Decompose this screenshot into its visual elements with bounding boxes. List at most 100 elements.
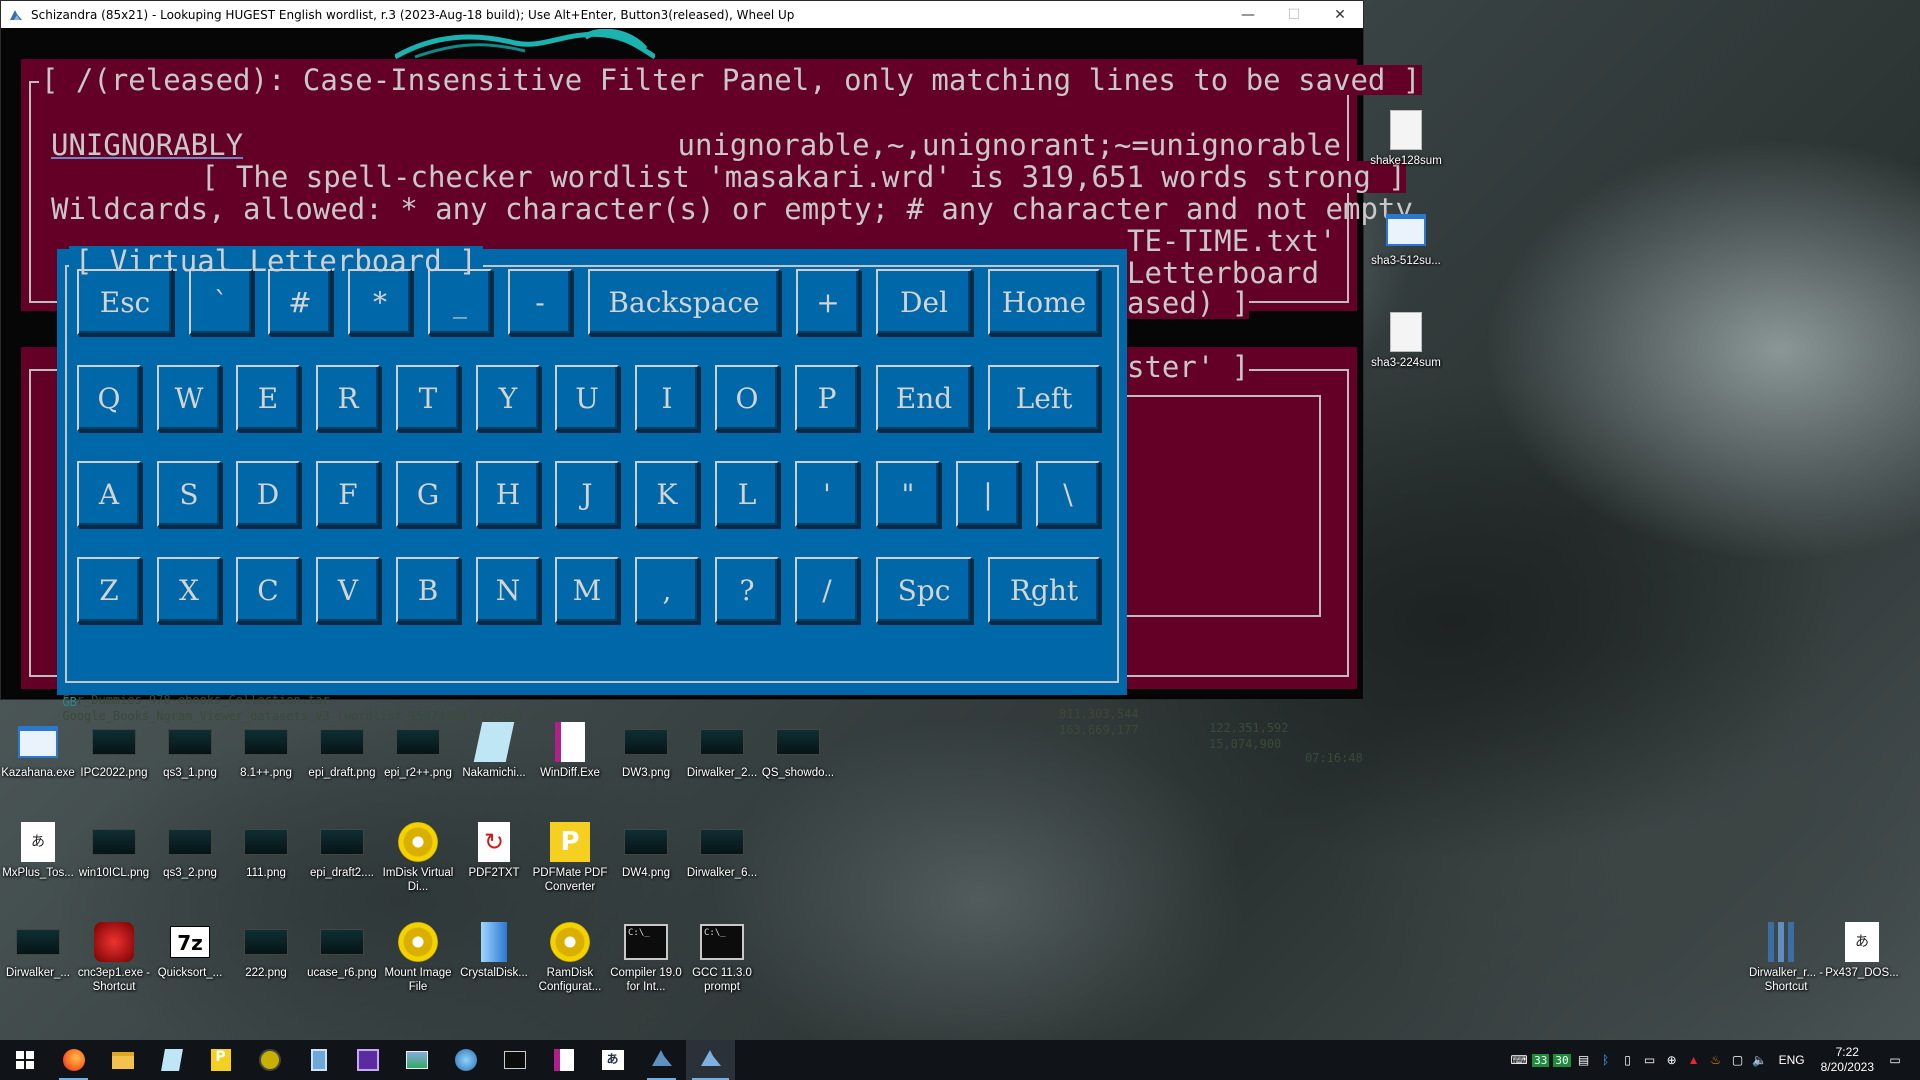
desktop-icon[interactable]: あ MxPlus_Tos... bbox=[0, 822, 76, 880]
desktop-icon[interactable]: 7z Quicksort_... bbox=[152, 922, 228, 980]
console-window[interactable]: Schizandra (85x21) - Lookuping HUGEST En… bbox=[0, 0, 1423, 765]
keyboard-icon[interactable]: ⌨ bbox=[1508, 1053, 1530, 1067]
key-backspace[interactable]: Backspace bbox=[588, 269, 780, 335]
taskbar-app-8[interactable] bbox=[392, 1040, 441, 1080]
key-char-2-3[interactable]: F bbox=[316, 461, 380, 527]
key-rght[interactable]: Rght bbox=[988, 557, 1100, 623]
taskbar-calculator[interactable] bbox=[294, 1040, 343, 1080]
key-char-2-4[interactable]: G bbox=[396, 461, 460, 527]
desktop-icon[interactable]: win10ICL.png bbox=[76, 822, 152, 880]
desktop-icon[interactable]: sha3-512su... bbox=[1368, 210, 1444, 268]
key-left[interactable]: Left bbox=[988, 365, 1100, 431]
start-button[interactable] bbox=[0, 1040, 49, 1080]
key-char-2-1[interactable]: S bbox=[157, 461, 221, 527]
taskbar-pdfmate[interactable]: P bbox=[196, 1040, 245, 1080]
clock[interactable]: 7:22 8/20/2023 bbox=[1821, 1045, 1874, 1075]
key-esc[interactable]: Esc bbox=[77, 269, 173, 335]
key-char-3-4[interactable]: B bbox=[396, 557, 460, 623]
key-char-1-7[interactable]: I bbox=[635, 365, 699, 431]
key-char-1-3[interactable]: R bbox=[316, 365, 380, 431]
tray-badge-2[interactable]: 30 bbox=[1553, 1053, 1571, 1067]
desktop-icon[interactable]: あ Px437_DOS... bbox=[1824, 922, 1900, 980]
taskbar-explorer[interactable] bbox=[98, 1040, 147, 1080]
key-char-2-2[interactable]: D bbox=[236, 461, 300, 527]
key-char-3-9[interactable]: / bbox=[795, 557, 859, 623]
desktop-icon[interactable]: ↻ PDF2TXT bbox=[456, 822, 532, 880]
desktop-icon[interactable]: epi_draft.png bbox=[304, 722, 380, 780]
maximize-button[interactable]: ☐ bbox=[1271, 1, 1317, 28]
key-char-1-8[interactable]: O bbox=[715, 365, 779, 431]
key-char-1-6[interactable]: U bbox=[555, 365, 619, 431]
key-char-0-1[interactable]: ` bbox=[189, 269, 253, 335]
battery-icon[interactable]: ▢ bbox=[1727, 1053, 1749, 1067]
taskbar-app-7[interactable] bbox=[343, 1040, 392, 1080]
desktop-icon[interactable]: Dirwalker_r... - Shortcut bbox=[1748, 922, 1824, 994]
usb-icon[interactable]: ▯ bbox=[1617, 1053, 1639, 1067]
key-home[interactable]: Home bbox=[988, 269, 1100, 335]
bluetooth-icon[interactable]: ᛒ bbox=[1595, 1053, 1617, 1067]
key-char-3-0[interactable]: Z bbox=[77, 557, 141, 623]
tray-badge-1[interactable]: 33 bbox=[1532, 1053, 1550, 1067]
query-input[interactable]: UNIGNORABLY bbox=[51, 129, 243, 161]
key-char-2-0[interactable]: A bbox=[77, 461, 141, 527]
desktop-icon[interactable]: Nakamichi... bbox=[456, 722, 532, 780]
key-char-0-2[interactable]: # bbox=[268, 269, 332, 335]
desktop-icon[interactable]: 111.png bbox=[228, 822, 304, 880]
desktop-icon[interactable]: QS_showdo... bbox=[760, 722, 836, 780]
network-icon[interactable]: ▭ bbox=[1639, 1053, 1661, 1067]
desktop-icon[interactable]: sha3-224sum bbox=[1368, 312, 1444, 370]
key-char-1-0[interactable]: Q bbox=[77, 365, 141, 431]
monitor-icon[interactable]: ▤ bbox=[1573, 1053, 1595, 1067]
key-char-2-5[interactable]: H bbox=[476, 461, 540, 527]
key-char-3-2[interactable]: C bbox=[236, 557, 300, 623]
key-spc[interactable]: Spc bbox=[876, 557, 972, 623]
key-char-0-7[interactable]: + bbox=[796, 269, 860, 335]
title-bar[interactable]: Schizandra (85x21) - Lookuping HUGEST En… bbox=[1, 1, 1363, 28]
taskbar-app-12[interactable]: あ bbox=[588, 1040, 637, 1080]
desktop-icon[interactable]: Kazahana.exe bbox=[0, 722, 76, 780]
key-char-3-8[interactable]: ? bbox=[715, 557, 779, 623]
desktop-icon[interactable]: 8.1++.png bbox=[228, 722, 304, 780]
desktop-icon[interactable]: ImDisk Virtual Di... bbox=[380, 822, 456, 894]
key-char-3-5[interactable]: N bbox=[476, 557, 540, 623]
key-char-2-8[interactable]: L bbox=[715, 461, 779, 527]
key-del[interactable]: Del bbox=[876, 269, 972, 335]
desktop-icon[interactable]: Dirwalker_2... bbox=[684, 722, 760, 780]
desktop-icon[interactable]: C:\_ GCC 11.3.0 prompt bbox=[684, 922, 760, 994]
terminal-area[interactable]: [ /(released): Case-Insensitive Filter P… bbox=[5, 29, 1423, 765]
desktop-icon[interactable]: Dirwalker_6... bbox=[684, 822, 760, 880]
desktop-icon[interactable]: qs3_2.png bbox=[152, 822, 228, 880]
taskbar-schizandra-2[interactable] bbox=[686, 1040, 735, 1080]
desktop-icon[interactable]: qs3_1.png bbox=[152, 722, 228, 780]
key-char-0-3[interactable]: * bbox=[348, 269, 412, 335]
desktop-icon[interactable]: IPC2022.png bbox=[76, 722, 152, 780]
desktop-icon[interactable]: Dirwalker_... bbox=[0, 922, 76, 980]
key-char-3-6[interactable]: M bbox=[555, 557, 619, 623]
desktop-icon[interactable]: CrystalDisk... bbox=[456, 922, 532, 980]
key-char-2-11[interactable]: | bbox=[956, 461, 1020, 527]
taskbar-notepad[interactable] bbox=[147, 1040, 196, 1080]
desktop-icon[interactable]: cnc3ep1.exe - Shortcut bbox=[76, 922, 152, 994]
desktop-icon[interactable]: ucase_r6.png bbox=[304, 922, 380, 980]
desktop-icon[interactable]: RamDisk Configurat... bbox=[532, 922, 608, 994]
key-end[interactable]: End bbox=[876, 365, 972, 431]
app-tray-icon[interactable]: ▲ bbox=[1683, 1053, 1705, 1067]
desktop-icon[interactable]: Mount Image File bbox=[380, 922, 456, 994]
volume-icon[interactable]: 🔈 bbox=[1749, 1053, 1771, 1067]
key-char-2-9[interactable]: ' bbox=[795, 461, 859, 527]
key-char-1-1[interactable]: W bbox=[157, 365, 221, 431]
desktop-icon[interactable]: DW4.png bbox=[608, 822, 684, 880]
key-char-0-4[interactable]: _ bbox=[428, 269, 492, 335]
taskbar-console[interactable] bbox=[490, 1040, 539, 1080]
desktop-icon[interactable]: P PDFMate PDF Converter bbox=[532, 822, 608, 894]
key-char-1-4[interactable]: T bbox=[396, 365, 460, 431]
desktop-icon[interactable]: epi_draft2.... bbox=[304, 822, 380, 880]
desktop-icon[interactable]: C:\_ Compiler 19.0 for Int... bbox=[608, 922, 684, 994]
taskbar-app-11[interactable] bbox=[539, 1040, 588, 1080]
taskbar-app-9[interactable] bbox=[441, 1040, 490, 1080]
key-char-2-10[interactable]: " bbox=[876, 461, 940, 527]
taskbar-app-5[interactable] bbox=[245, 1040, 294, 1080]
desktop-icon[interactable]: epi_r2++.png bbox=[380, 722, 456, 780]
key-char-2-7[interactable]: K bbox=[635, 461, 699, 527]
desktop-icon[interactable]: shake128sum bbox=[1368, 110, 1444, 168]
